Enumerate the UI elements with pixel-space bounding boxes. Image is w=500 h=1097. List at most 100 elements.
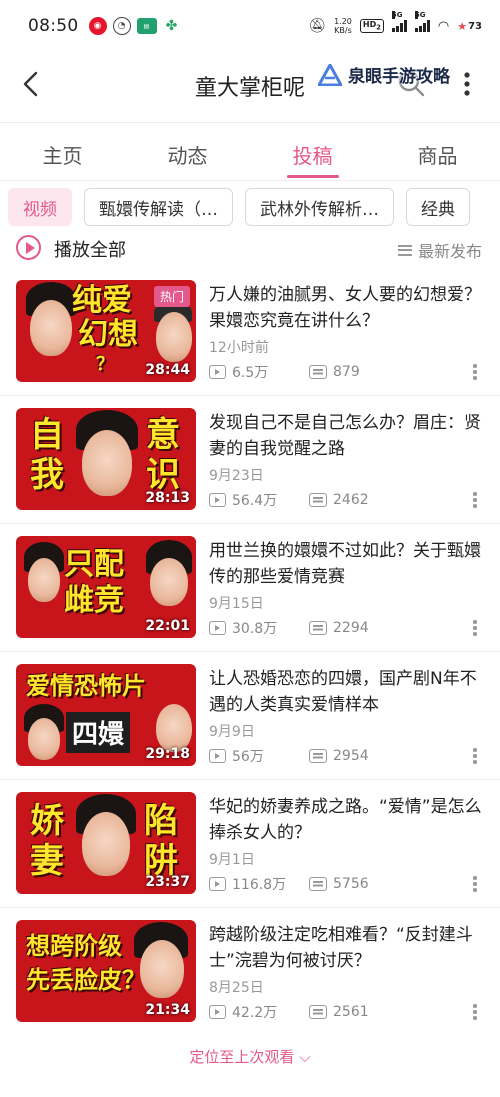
more-vertical-icon[interactable] bbox=[472, 1004, 478, 1022]
thumb-caption: 先丢脸皮？ bbox=[26, 966, 146, 994]
video-thumbnail[interactable]: 只配 雌竞 22:01 bbox=[16, 536, 196, 638]
chip-video[interactable]: 视频 bbox=[8, 188, 72, 226]
video-date: 12小时前 bbox=[209, 340, 269, 356]
thumb-caption: 娇 bbox=[30, 801, 64, 841]
video-date: 9月15日 bbox=[209, 596, 264, 612]
danmaku-count: 2954 bbox=[333, 748, 369, 764]
thumb-caption: 我 bbox=[30, 455, 64, 495]
profile-tabs: 主页 动态 投稿 商品 bbox=[0, 124, 500, 180]
video-title[interactable]: 华妃的娇妻养成之路。“爱情”是怎么捧杀女人的？ bbox=[209, 794, 487, 846]
net-speed: 1.20 KB/s bbox=[334, 17, 352, 35]
view-count: 56万 bbox=[232, 749, 264, 765]
thumb-caption: 妻 bbox=[30, 841, 64, 881]
signal-label-2: 5G bbox=[414, 11, 426, 19]
video-thumbnail[interactable]: 娇 陷 妻 阱 23:37 bbox=[16, 792, 196, 894]
hd-label: HD bbox=[362, 20, 377, 30]
more-vertical-icon[interactable] bbox=[472, 492, 478, 510]
video-stats: 42.2万 2561 bbox=[209, 1002, 369, 1022]
thumb-caption: 意 bbox=[146, 415, 180, 455]
video-thumbnail[interactable]: 自 意 我 识 28:13 bbox=[16, 408, 196, 510]
video-duration: 22:01 bbox=[145, 618, 190, 634]
video-title[interactable]: 让人恐婚恐恋的四嬛，国产剧N年不遇的人类真实爱情样本 bbox=[209, 666, 487, 718]
danmaku-icon bbox=[309, 877, 327, 891]
thumb-caption: 纯爱 bbox=[72, 283, 132, 318]
active-tab-indicator bbox=[286, 175, 339, 178]
tab-goods[interactable]: 商品 bbox=[375, 124, 500, 180]
thumb-caption: 阱 bbox=[144, 841, 178, 881]
video-item[interactable]: 只配 雌竞 22:01 用世兰换的嬛嬛不过如此？关于甄嬛传的那些爱情竞赛 9月1… bbox=[0, 524, 500, 652]
danmaku-icon bbox=[309, 621, 327, 635]
view-count: 30.8万 bbox=[232, 621, 278, 637]
play-count-icon bbox=[209, 365, 226, 379]
tab-home[interactable]: 主页 bbox=[0, 124, 125, 180]
sort-list-icon bbox=[397, 244, 412, 256]
chip-wulin-analysis[interactable]: 武林外传解析… bbox=[245, 188, 394, 226]
watermark-text: 泉眼手游攻略 bbox=[348, 67, 450, 87]
chip-zhenhuan-analysis[interactable]: 甄嬛传解读（… bbox=[84, 188, 233, 226]
video-title[interactable]: 发现自己不是自己怎么办？眉庄：贤妻的自我觉醒之路 bbox=[209, 410, 487, 462]
status-bar: 08:50 ◉ ◔ ▤ ✤ 🔕︎ 1.20 KB/s HD2 5G 5G ◠ ★… bbox=[0, 0, 500, 52]
video-date: 9月9日 bbox=[209, 724, 255, 740]
more-options-icon[interactable] bbox=[462, 70, 472, 98]
video-title[interactable]: 用世兰换的嬛嬛不过如此？关于甄嬛传的那些爱情竞赛 bbox=[209, 538, 487, 590]
video-thumbnail[interactable]: 纯爱 幻想 ？ 热门 28:44 bbox=[16, 280, 196, 382]
tab-home-label: 主页 bbox=[42, 144, 83, 168]
chip-classic[interactable]: 经典 bbox=[406, 188, 470, 226]
hd-sub: 2 bbox=[376, 23, 381, 32]
tab-dynamic[interactable]: 动态 bbox=[125, 124, 250, 180]
video-date: 8月25日 bbox=[209, 980, 264, 996]
video-stats: 56万 2954 bbox=[209, 746, 369, 766]
play-all-button[interactable]: 播放全部 bbox=[54, 236, 126, 262]
tab-uploads-label: 投稿 bbox=[292, 144, 333, 168]
view-count: 116.8万 bbox=[232, 877, 287, 893]
danmaku-count: 2462 bbox=[333, 492, 369, 508]
more-vertical-icon[interactable] bbox=[472, 364, 478, 382]
header-divider bbox=[0, 122, 500, 123]
tab-dynamic-label: 动态 bbox=[167, 144, 208, 168]
qq-icon: ◔ bbox=[112, 17, 131, 35]
net-speed-unit: KB/s bbox=[334, 26, 352, 35]
more-vertical-icon[interactable] bbox=[472, 876, 478, 894]
more-vertical-icon[interactable] bbox=[472, 620, 478, 638]
video-stats: 6.5万 879 bbox=[209, 362, 360, 382]
tabs-divider bbox=[0, 180, 500, 181]
tab-uploads[interactable]: 投稿 bbox=[250, 124, 375, 180]
thumb-caption: 四嬛 bbox=[66, 712, 131, 753]
video-title[interactable]: 万人嫌的油腻男、女人要的幻想爱？果嬛恋究竟在讲什么？ bbox=[209, 282, 487, 334]
locate-last-watched-button[interactable]: 定位至上次观看 ⌵ bbox=[0, 1046, 500, 1067]
danmaku-icon bbox=[309, 749, 327, 763]
sort-label: 最新发布 bbox=[417, 242, 482, 261]
watermark-logo-icon bbox=[318, 63, 342, 86]
thumb-caption: 陷 bbox=[144, 801, 178, 841]
thumb-caption: 只配 bbox=[64, 547, 124, 582]
view-count: 56.4万 bbox=[232, 493, 278, 509]
video-list: 纯爱 幻想 ？ 热门 28:44 万人嫌的油腻男、女人要的幻想爱？果嬛恋究竟在讲… bbox=[0, 268, 500, 1036]
play-all-icon[interactable] bbox=[16, 235, 41, 260]
video-thumbnail[interactable]: 爱情恐怖片 四嬛 29:18 bbox=[16, 664, 196, 766]
danmaku-count: 2294 bbox=[333, 620, 369, 636]
notification-icons: ◉ ◔ ▤ ✤ bbox=[88, 17, 181, 35]
danmaku-count: 5756 bbox=[333, 876, 369, 892]
more-vertical-icon[interactable] bbox=[472, 748, 478, 766]
battery-icon: ★ 73 bbox=[457, 19, 482, 33]
signal-icon-1: 5G bbox=[391, 11, 407, 32]
video-item[interactable]: 娇 陷 妻 阱 23:37 华妃的娇妻养成之路。“爱情”是怎么捧杀女人的？ 9月… bbox=[0, 780, 500, 908]
video-date: 9月1日 bbox=[209, 852, 255, 868]
video-item[interactable]: 爱情恐怖片 四嬛 29:18 让人恐婚恐恋的四嬛，国产剧N年不遇的人类真实爱情样… bbox=[0, 652, 500, 780]
video-item[interactable]: 纯爱 幻想 ？ 热门 28:44 万人嫌的油腻男、女人要的幻想爱？果嬛恋究竟在讲… bbox=[0, 268, 500, 396]
sort-button[interactable]: 最新发布 bbox=[397, 238, 482, 262]
mute-icon: 🔕︎ bbox=[308, 18, 327, 34]
video-item[interactable]: 自 意 我 识 28:13 发现自己不是自己怎么办？眉庄：贤妻的自我觉醒之路 9… bbox=[0, 396, 500, 524]
thumb-caption: ？ bbox=[96, 354, 114, 375]
nav-header: 童大掌柜呢 泉眼手游攻略 bbox=[0, 52, 500, 116]
video-title[interactable]: 跨越阶级注定吃相难看？“反封建斗士”浣碧为何被讨厌？ bbox=[209, 922, 487, 974]
danmaku-icon bbox=[309, 365, 327, 379]
play-all-bar: 播放全部 最新发布 bbox=[0, 230, 500, 266]
category-chips: 视频 甄嬛传解读（… 武林外传解析… 经典 bbox=[8, 188, 470, 228]
video-thumbnail[interactable]: 想跨阶级 先丢脸皮？ 21:34 bbox=[16, 920, 196, 1022]
play-count-icon bbox=[209, 749, 226, 763]
play-count-icon bbox=[209, 493, 226, 507]
view-count: 6.5万 bbox=[232, 365, 269, 381]
video-item[interactable]: 想跨阶级 先丢脸皮？ 21:34 跨越阶级注定吃相难看？“反封建斗士”浣碧为何被… bbox=[0, 908, 500, 1036]
news-app-icon: ▤ bbox=[136, 18, 157, 34]
